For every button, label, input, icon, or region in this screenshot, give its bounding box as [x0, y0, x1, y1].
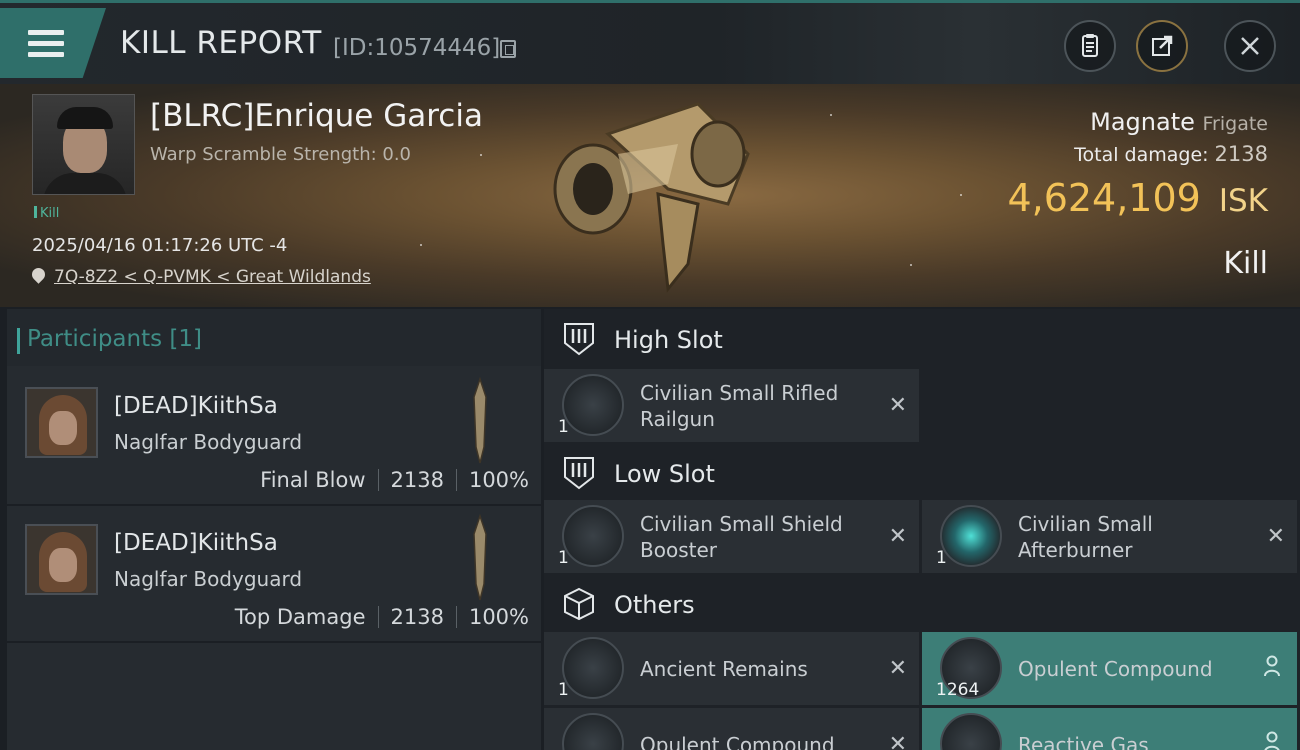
ship-name: Magnate — [1090, 108, 1195, 136]
dropped-person-icon — [1264, 655, 1280, 677]
participant-stats: Top Damage 2138 100% — [235, 605, 529, 629]
title-bar: KILL REPORT [ID:10574446] — [0, 0, 1300, 84]
module-name: Civilian Small Rifled Railgun — [640, 381, 839, 431]
share-button[interactable] — [1136, 20, 1188, 72]
copy-icon[interactable] — [500, 40, 516, 58]
close-button[interactable] — [1224, 20, 1276, 72]
participant-portrait[interactable] — [25, 524, 98, 595]
participant-portrait[interactable] — [25, 387, 98, 458]
participants-title: Participants [1] — [17, 326, 202, 354]
others-label: Others — [614, 591, 695, 619]
module-name: Ancient Remains — [640, 657, 808, 681]
module-item[interactable]: 1264 Opulent Compound — [922, 632, 1297, 705]
location-text: 7Q-8Z2 < Q-PVMK < Great Wildlands — [54, 267, 371, 287]
warp-scramble-strength: Warp Scramble Strength: 0.0 — [150, 144, 412, 165]
participant-ship: Naglfar Bodyguard — [114, 567, 303, 591]
reactive-gas-icon — [940, 713, 1002, 750]
module-item[interactable]: 1 Civilian Small Rifled Railgun ✕ — [544, 369, 919, 442]
menu-button[interactable] — [0, 8, 106, 78]
isk-value: 4,624,109 ISK — [1007, 176, 1268, 220]
railgun-icon — [562, 374, 624, 436]
victim-banner: [BLRC]Enrique Garcia Warp Scramble Stren… — [0, 84, 1300, 307]
module-name: Civilian Small Shield Booster — [640, 512, 843, 562]
participants-header: Participants [1] — [7, 309, 541, 366]
ship-class: Frigate — [1202, 113, 1268, 135]
victim-portrait[interactable] — [32, 94, 135, 195]
ship-type: Magnate Frigate — [1090, 108, 1268, 136]
participant-row[interactable]: [DEAD]KiithSa Naglfar Bodyguard Final Bl… — [7, 369, 541, 506]
page-title: KILL REPORT — [120, 25, 322, 61]
destroyed-x-icon: ✕ — [888, 393, 907, 418]
kill-datetime: 2025/04/16 01:17:26 UTC -4 — [32, 235, 288, 256]
module-qty: 1 — [558, 548, 569, 568]
kill-tag: Kill — [34, 206, 59, 221]
module-item[interactable]: 1 Civilian Small Shield Booster ✕ — [544, 500, 919, 573]
kill-result: Kill — [1223, 246, 1268, 281]
module-qty: 1 — [936, 548, 947, 568]
module-item[interactable]: Reactive Gas — [922, 708, 1297, 750]
ancient-remains-icon — [562, 637, 624, 699]
menu-icon — [28, 30, 64, 58]
module-item[interactable]: 1 Ancient Remains ✕ — [544, 632, 919, 705]
others-header: Others — [544, 574, 1300, 634]
share-icon — [1152, 35, 1173, 56]
participant-role: Final Blow — [260, 468, 366, 492]
module-qty: 1 — [558, 680, 569, 700]
module-name: Reactive Gas — [1018, 733, 1149, 750]
participant-damage: 2138 — [390, 468, 444, 492]
participant-name: [DEAD]KiithSa — [114, 530, 278, 556]
high-slot-header: High Slot — [544, 309, 1300, 369]
isk-amount: 4,624,109 — [1007, 176, 1201, 220]
destroyed-x-icon: ✕ — [888, 732, 907, 750]
ship-image — [553, 102, 750, 293]
opulent-compound-icon — [562, 713, 624, 750]
participants-panel: Participants [1] [DEAD]KiithSa Naglfar B… — [7, 309, 541, 750]
participant-ship: Naglfar Bodyguard — [114, 430, 303, 454]
participant-damage: 2138 — [390, 605, 444, 629]
location-pin-icon — [29, 265, 48, 284]
participants-list: [DEAD]KiithSa Naglfar Bodyguard Final Bl… — [7, 369, 541, 643]
destroyed-x-icon: ✕ — [888, 524, 907, 549]
cargo-box-icon — [564, 587, 594, 621]
total-damage: Total damage: 2138 — [1074, 142, 1268, 166]
module-item[interactable]: 1 Civilian Small Afterburner ✕ — [922, 500, 1297, 573]
module-qty: 1264 — [936, 680, 980, 700]
low-slot-label: Low Slot — [614, 460, 715, 488]
module-name: Opulent Compound — [640, 733, 835, 750]
weapon-icon — [473, 377, 487, 464]
low-slot-icon — [564, 457, 594, 490]
module-name: Civilian Small Afterburner — [1018, 512, 1153, 562]
module-qty: 1 — [558, 417, 569, 437]
total-damage-value: 2138 — [1214, 142, 1268, 166]
participant-stats: Final Blow 2138 100% — [260, 468, 529, 492]
high-slot-icon — [564, 323, 594, 356]
clipboard-button[interactable] — [1064, 20, 1116, 72]
module-item[interactable]: Opulent Compound ✕ — [544, 708, 919, 750]
close-icon — [1241, 37, 1259, 55]
total-damage-label: Total damage: — [1074, 144, 1209, 166]
high-slot-label: High Slot — [614, 326, 723, 354]
participant-percent: 100% — [468, 468, 529, 492]
participant-row[interactable]: [DEAD]KiithSa Naglfar Bodyguard Top Dama… — [7, 506, 541, 643]
afterburner-icon — [940, 505, 1002, 567]
report-id: [ID:10574446] — [333, 35, 501, 61]
low-slot-header: Low Slot — [544, 443, 1300, 503]
isk-unit: ISK — [1218, 183, 1268, 219]
weapon-icon — [473, 514, 487, 601]
destroyed-x-icon: ✕ — [1266, 524, 1285, 549]
clipboard-icon — [1082, 34, 1098, 57]
participant-role: Top Damage — [234, 605, 366, 629]
kill-location-link[interactable]: 7Q-8Z2 < Q-PVMK < Great Wildlands — [29, 265, 371, 287]
victim-name[interactable]: [BLRC]Enrique Garcia — [150, 98, 483, 134]
destroyed-x-icon: ✕ — [888, 656, 907, 681]
shield-booster-icon — [562, 505, 624, 567]
dropped-person-icon — [1264, 731, 1280, 750]
participant-percent: 100% — [468, 605, 529, 629]
fitting-panel: High Slot 1 Civilian Small Rifled Railgu… — [544, 309, 1300, 750]
participant-name: [DEAD]KiithSa — [114, 393, 278, 419]
module-name: Opulent Compound — [1018, 657, 1213, 681]
